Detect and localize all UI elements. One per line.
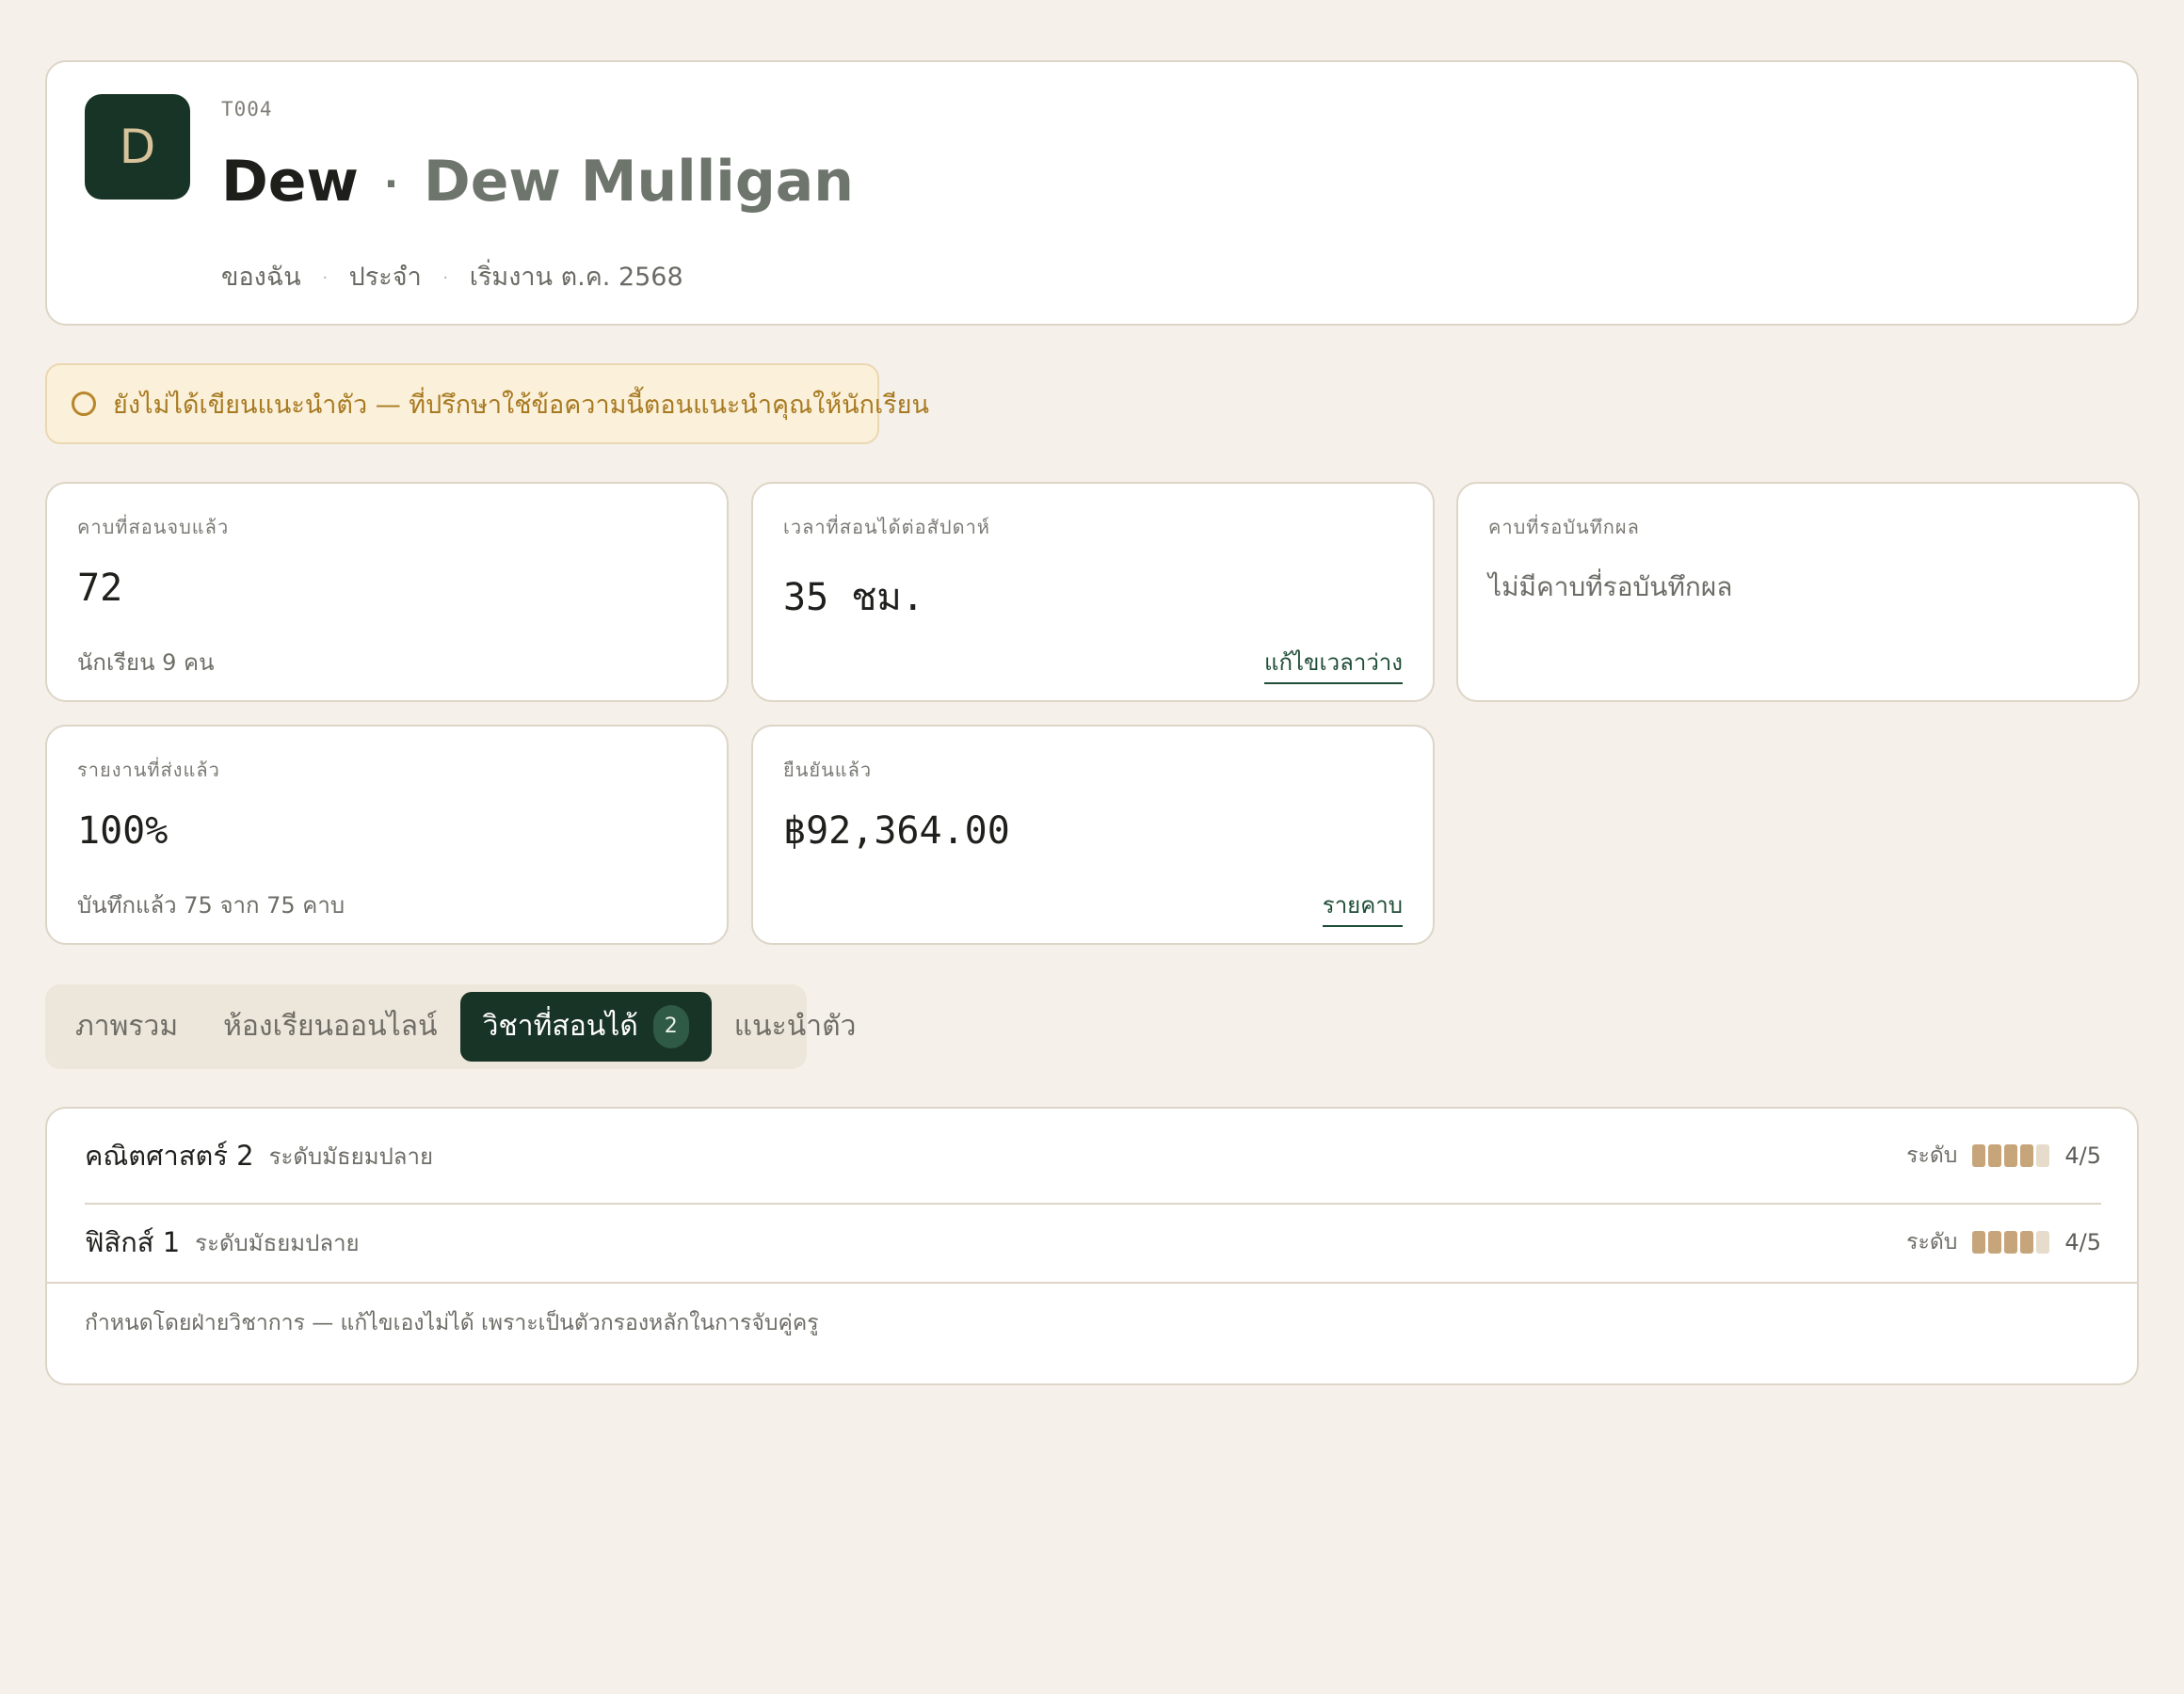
notice-text: ยังไม่ได้เขียนแนะนำตัว — ที่ปรึกษาใช้ข้อ… (113, 390, 929, 420)
profile-card: D T004 Dew · Dew Mulligan ของฉัน · ประจำ… (45, 60, 2139, 326)
proficiency-bar-filled (2020, 1144, 2034, 1167)
subject-grade-level: ระดับมัธยมปลาย (195, 1229, 360, 1256)
page-title: Dew · Dew Mulligan (221, 149, 854, 215)
count-badge: 2 (652, 1005, 689, 1048)
subject-name: ฟิสิกส์ 1 (85, 1226, 181, 1258)
teacher-full-name: Dew Mulligan (423, 149, 855, 215)
subjects-card: คณิตศาสตร์ 2 ระดับมัธยมปลาย ระดับ 4/5 ฟิ… (45, 1107, 2139, 1385)
tab-teachable-subjects[interactable]: วิชาที่สอนได้ 2 (459, 992, 712, 1062)
stat-label: คาบที่รอบันทึกผล (1488, 516, 1640, 538)
list-item: ฟิสิกส์ 1 ระดับมัธยมปลาย ระดับ 4/5 (85, 1203, 2101, 1282)
stat-value: 72 (77, 567, 123, 610)
proficiency-bar-filled (1988, 1144, 2002, 1167)
proficiency-value: 4/5 (2064, 1143, 2101, 1169)
edit-availability-link[interactable]: แก้ไขเวลาว่าง (1263, 644, 1403, 684)
subject-proficiency: ระดับ 4/5 (1906, 1225, 2101, 1259)
tab-introduction[interactable]: แนะนำตัว (712, 992, 879, 1062)
subjects-footnote: กำหนดโดยฝ่ายวิชาการ — แก้ไขเองไม่ได้ เพร… (47, 1282, 2137, 1383)
subject-name: คณิตศาสตร์ 2 (85, 1140, 254, 1172)
meta-start-date: เริ่มงาน ต.ค. 2568 (469, 263, 683, 292)
proficiency-bar-filled (1972, 1144, 1986, 1167)
stat-label: เวลาที่สอนได้ต่อสัปดาห์ (783, 516, 990, 538)
tab-online-classroom[interactable]: ห้องเรียนออนไลน์ (201, 992, 459, 1062)
stat-sub: นักเรียน 9 คน (77, 649, 215, 676)
subject-proficiency: ระดับ 4/5 (1906, 1139, 2101, 1173)
stat-card-reports-submitted: รายงานที่ส่งแล้ว 100% บันทึกแล้ว 75 จาก … (45, 725, 729, 945)
per-session-link[interactable]: รายคาบ (1322, 887, 1403, 927)
stat-card-pending-records: คาบที่รอบันทึกผล ไม่มีคาบที่รอบันทึกผล (1456, 482, 2140, 702)
proficiency-bars (1972, 1144, 2050, 1167)
stat-value: 35 ชม. (783, 576, 924, 619)
intro-missing-notice: ยังไม่ได้เขียนแนะนำตัว — ที่ปรึกษาใช้ข้อ… (45, 363, 929, 444)
meta-ownership: ของฉัน (221, 263, 301, 292)
stat-card-weekly-hours: เวลาที่สอนได้ต่อสัปดาห์ 35 ชม. แก้ไขเวลา… (751, 482, 1435, 702)
teacher-code: T004 (221, 98, 273, 120)
stat-card-confirmed-earnings: ยืนยันแล้ว ฿92,364.00 รายคาบ (751, 725, 1435, 945)
proficiency-bar-filled (2020, 1231, 2034, 1254)
profile-meta: ของฉัน · ประจำ · เริ่มงาน ต.ค. 2568 (221, 256, 683, 296)
proficiency-bar-filled (1988, 1231, 2002, 1254)
proficiency-bar-filled (2004, 1231, 2018, 1254)
circle-outline-icon (72, 392, 96, 416)
meta-separator: · (442, 268, 449, 288)
proficiency-bar-filled (2004, 1144, 2018, 1167)
stat-card-completed-sessions: คาบที่สอนจบแล้ว 72 นักเรียน 9 คน (45, 482, 729, 702)
proficiency-bar-empty (2036, 1144, 2050, 1167)
tab-label: วิชาที่สอนได้ (482, 1010, 638, 1043)
meta-employment-type: ประจำ (348, 263, 422, 292)
stat-value: ฿92,364.00 (783, 809, 1010, 853)
teacher-profile-page: D T004 Dew · Dew Mulligan ของฉัน · ประจำ… (0, 0, 2184, 1694)
tab-overview[interactable]: ภาพรวม (53, 992, 201, 1062)
proficiency-bar-filled (1972, 1231, 1986, 1254)
stat-empty-message: ไม่มีคาบที่รอบันทึกผล (1488, 571, 1733, 602)
proficiency-label: ระดับ (1906, 1143, 1958, 1168)
meta-separator: · (322, 268, 329, 288)
stat-label: คาบที่สอนจบแล้ว (77, 516, 230, 538)
teacher-nickname: Dew (221, 149, 359, 215)
profile-tabs: ภาพรวม ห้องเรียนออนไลน์ วิชาที่สอนได้ 2 … (45, 984, 856, 1069)
stat-sub: บันทึกแล้ว 75 จาก 75 คาบ (77, 892, 345, 919)
stat-value: 100% (77, 809, 169, 853)
list-item: คณิตศาสตร์ 2 ระดับมัธยมปลาย ระดับ 4/5 (85, 1109, 2101, 1205)
proficiency-value: 4/5 (2064, 1229, 2101, 1255)
stat-label: ยืนยันแล้ว (783, 759, 873, 781)
name-separator: · (383, 163, 399, 207)
proficiency-label: ระดับ (1906, 1230, 1958, 1255)
proficiency-bar-empty (2036, 1231, 2050, 1254)
avatar: D (85, 94, 190, 200)
proficiency-bars (1972, 1231, 2050, 1254)
stat-label: รายงานที่ส่งแล้ว (77, 759, 220, 781)
subject-grade-level: ระดับมัธยมปลาย (268, 1143, 434, 1170)
